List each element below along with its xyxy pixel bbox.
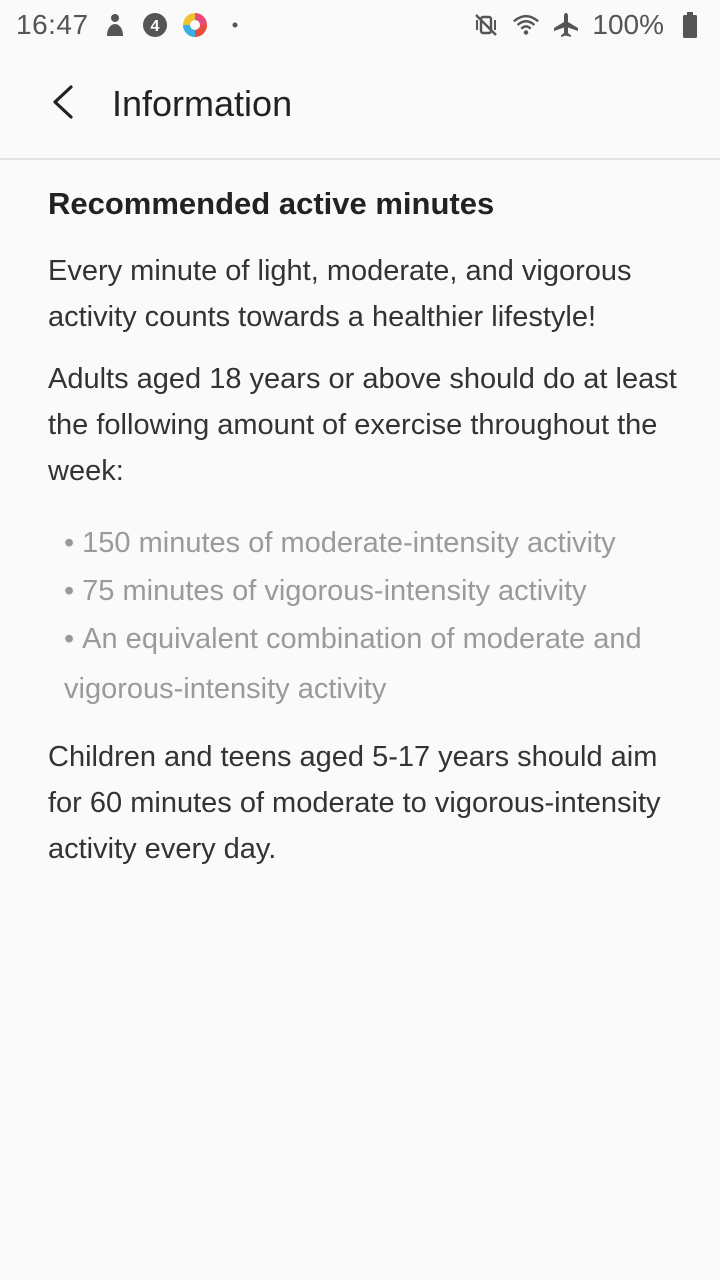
- status-time: 16:47: [16, 9, 89, 40]
- children-paragraph: Children and teens aged 5-17 years shoul…: [48, 741, 661, 865]
- svg-text:4: 4: [150, 18, 159, 35]
- status-left: 16:47 4: [16, 9, 249, 41]
- badge-4-icon: 4: [141, 11, 169, 39]
- list-item: • 75 minutes of vigorous-intensity activi…: [64, 568, 680, 614]
- app-bar: Information: [0, 50, 720, 160]
- bullet-icon: •: [64, 527, 75, 559]
- section-heading: Recommended active minutes: [48, 186, 495, 221]
- list-item: • 150 minutes of moderate-intensity activ…: [64, 518, 680, 568]
- app-logo-icon: [181, 11, 209, 39]
- back-button[interactable]: [30, 72, 94, 136]
- wifi-icon: [512, 11, 540, 39]
- intro-paragraph: Every minute of light, moderate, and vig…: [48, 255, 632, 333]
- exercise-list: • 150 minutes of moderate-intensity activ…: [48, 518, 680, 714]
- bullet-icon: •: [64, 575, 75, 607]
- chevron-left-icon: [49, 84, 75, 125]
- list-item-text: 150 minutes of moderate-intensity activi…: [82, 527, 616, 559]
- page-title: Information: [112, 83, 293, 124]
- battery-percent: 100%: [592, 9, 664, 40]
- info-content: Recommended active minutes Every minute …: [48, 186, 680, 888]
- person-icon: [101, 11, 129, 39]
- dot-icon: [221, 11, 249, 39]
- list-item-text: An equivalent combination of moderate an…: [64, 623, 642, 705]
- adults-paragraph: Adults aged 18 years or above should do …: [48, 363, 677, 487]
- status-bar: 16:47 4 100%: [0, 0, 720, 50]
- vibrate-mute-icon: [472, 11, 500, 39]
- airplane-icon: [552, 11, 580, 39]
- status-right: 100%: [472, 9, 704, 41]
- bullet-icon: •: [64, 623, 75, 655]
- battery-icon: [676, 11, 704, 39]
- list-item-text: 75 minutes of vigorous-intensity activit…: [82, 575, 587, 607]
- list-item: • An equivalent combination of moderate a…: [64, 614, 680, 714]
